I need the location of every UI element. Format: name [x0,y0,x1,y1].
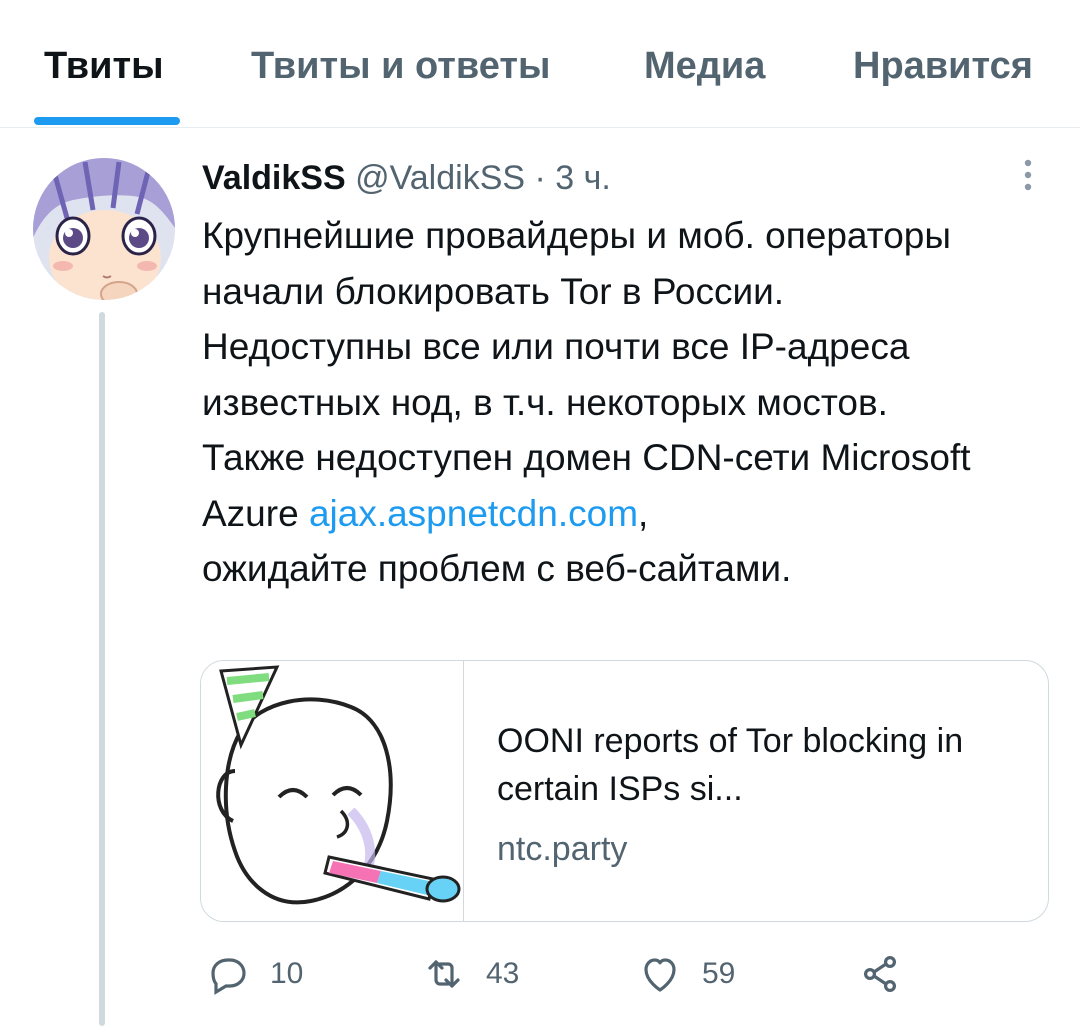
avatar[interactable] [33,158,175,300]
thread-line [99,312,105,1026]
reply-button[interactable]: 10 [204,950,303,998]
tab-media[interactable]: Медиа [644,40,765,92]
separator-dot: · [534,159,546,197]
reply-count: 10 [270,957,304,990]
active-tab-indicator [34,117,180,125]
retweet-count: 43 [486,957,520,990]
tab-tweets-and-replies[interactable]: Твиты и ответы [251,40,550,92]
retweet-button[interactable]: 43 [420,950,519,998]
share-button[interactable] [856,950,904,998]
link-card[interactable]: OONI reports of Tor blocking in certain … [200,660,1049,922]
tweet-time[interactable]: 3 ч. [555,159,611,197]
profile-tabs: Твиты Твиты и ответы Медиа Нравится [0,0,1080,128]
retweet-icon [420,950,468,998]
tweet-header: ValdikSS @ValdikSS · 3 ч. [202,154,611,202]
heart-icon [636,950,684,998]
like-button[interactable]: 59 [636,950,735,998]
card-domain: ntc.party [497,830,628,868]
author-name[interactable]: ValdikSS [202,159,346,197]
more-vertical-icon[interactable] [1010,150,1046,200]
tweet-text: Крупнейшие провайдеры и моб. операторы н… [202,208,1062,597]
tweet-text-part-1: Крупнейшие провайдеры и моб. операторы н… [202,215,971,534]
card-title: OONI reports of Tor blocking in certain … [497,722,964,808]
tweet-link[interactable]: ajax.aspnetcdn.com [309,493,638,534]
author-handle[interactable]: @ValdikSS [355,159,525,197]
card-image [201,661,464,921]
share-icon [856,950,904,998]
like-count: 59 [702,957,736,990]
reply-icon [204,950,252,998]
tab-likes[interactable]: Нравится [853,40,1033,92]
tab-tweets[interactable]: Твиты [44,40,164,92]
